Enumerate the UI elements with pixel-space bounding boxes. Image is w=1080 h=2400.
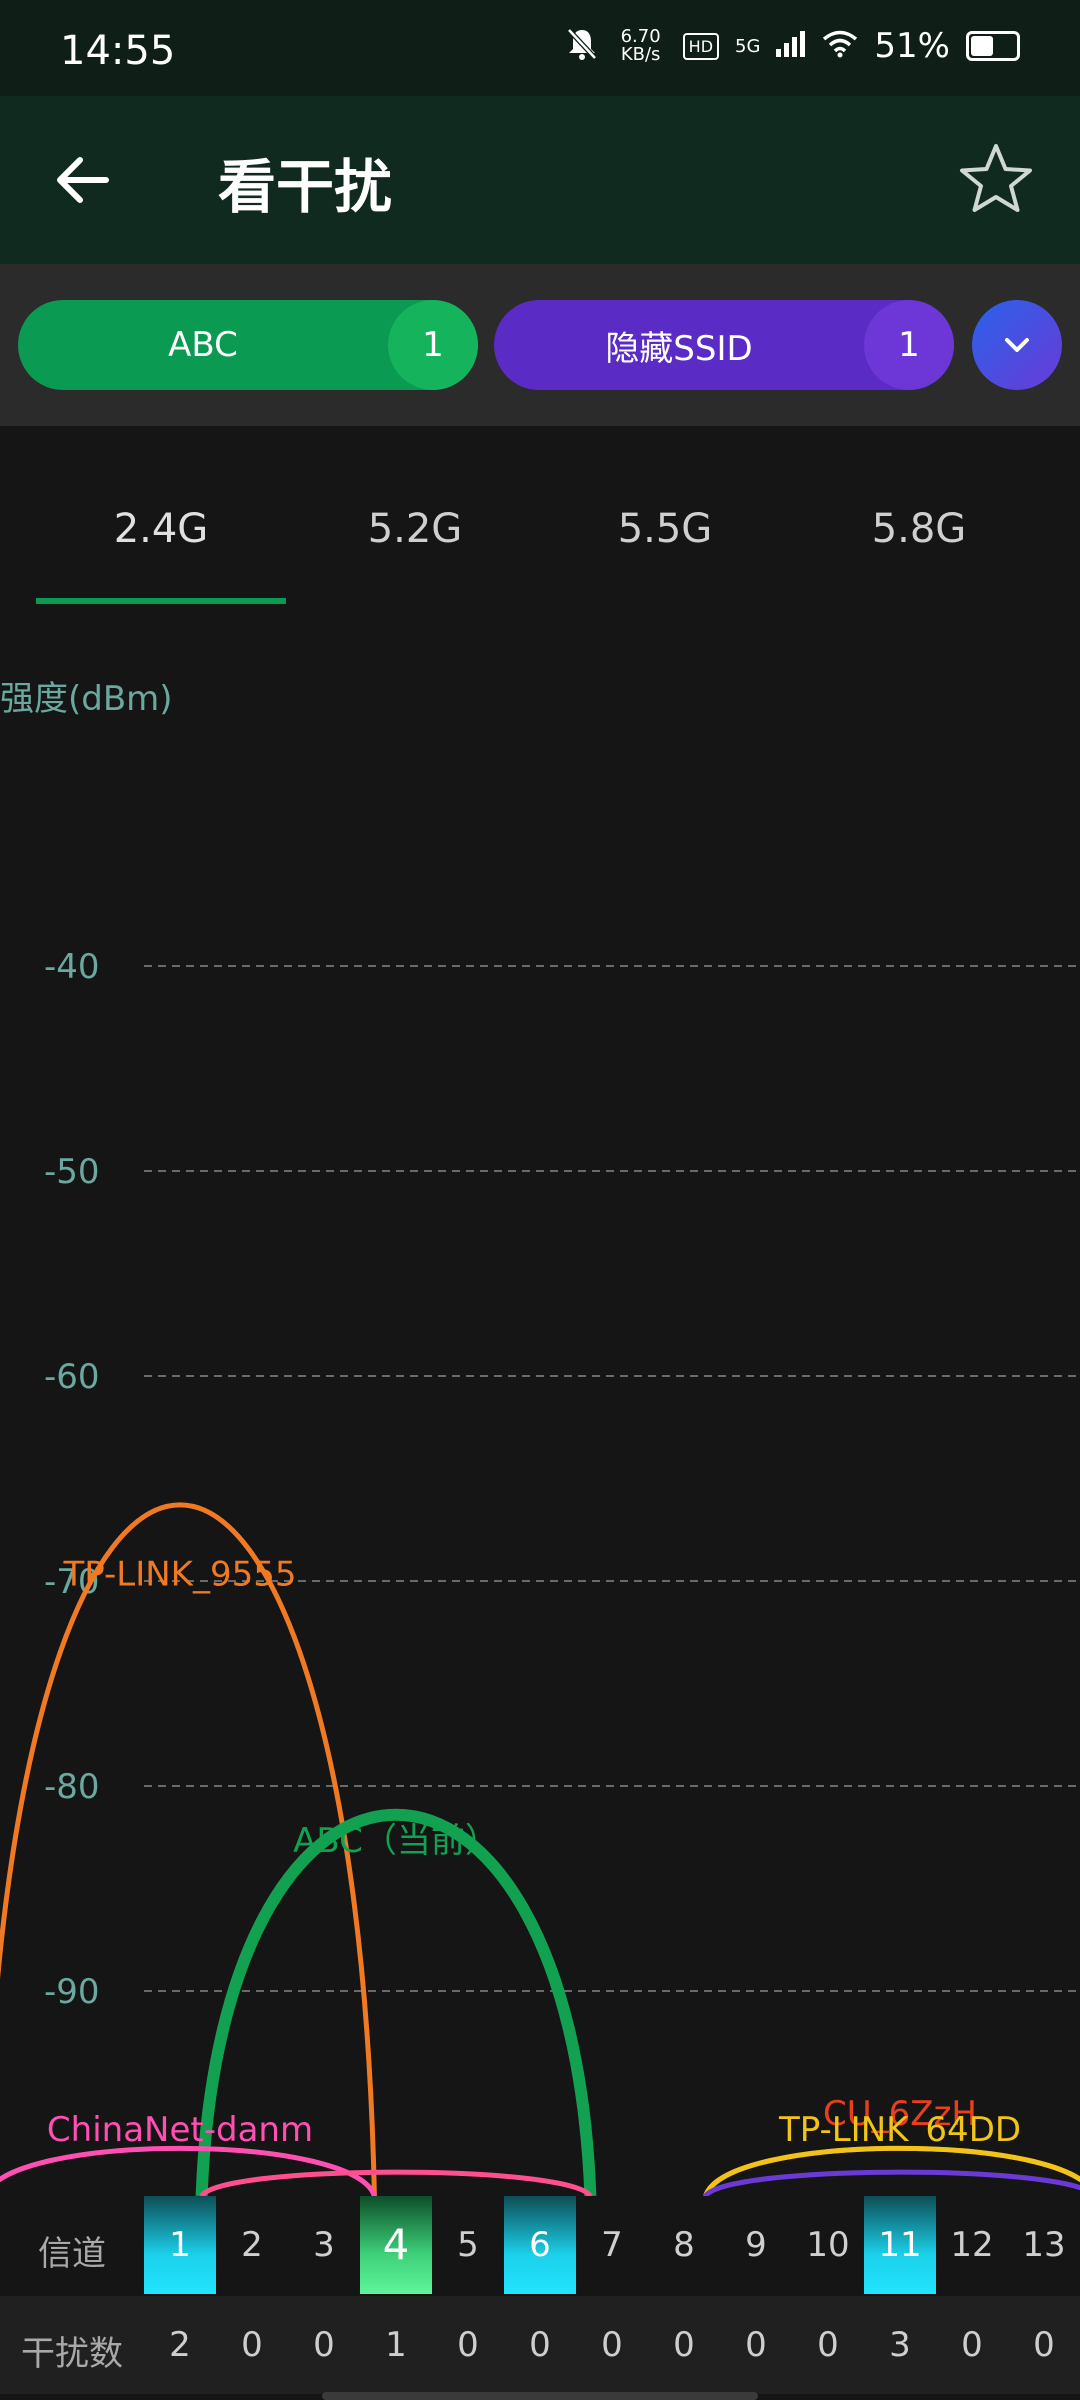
wifi-icon bbox=[822, 30, 858, 62]
channel-row: 信道 1 2 3 4 5 6 7 8 9 10 11 12 13 bbox=[0, 2196, 1080, 2294]
interference-cell: 0 bbox=[529, 2325, 551, 2365]
y-tick-label: -50 bbox=[44, 1152, 100, 1192]
chevron-down-icon bbox=[1005, 338, 1029, 352]
signal-curve bbox=[703, 2169, 1080, 2198]
interference-cell: 3 bbox=[889, 2325, 911, 2365]
ssid-chip-hidden[interactable]: 隐藏SSID 1 bbox=[494, 300, 954, 390]
curve-label: TP-LINK_64DD bbox=[778, 2110, 1021, 2150]
mute-bell-icon bbox=[565, 26, 599, 66]
y-tick-label: -80 bbox=[44, 1767, 100, 1807]
interference-cell: 0 bbox=[457, 2325, 479, 2365]
signal-curve bbox=[199, 2169, 593, 2198]
home-indicator bbox=[322, 2392, 758, 2400]
interference-cell: 0 bbox=[673, 2325, 695, 2365]
tab-5-2g[interactable]: 5.2G bbox=[290, 506, 540, 552]
y-axis-label: 强度(dBm) bbox=[0, 680, 173, 719]
interference-row-label: 干扰数 bbox=[21, 2334, 123, 2374]
interference-cell: 2 bbox=[169, 2325, 191, 2365]
tab-2-4g[interactable]: 2.4G bbox=[36, 506, 286, 552]
interference-chart: 强度(dBm) -40 -50 -60 -70 -80 -90 TP-LINK_9555 ABC… bbox=[0, 679, 1080, 2200]
curve-label: ABC（当前） bbox=[293, 1821, 499, 1861]
active-tab-indicator bbox=[36, 598, 286, 604]
back-button[interactable] bbox=[48, 144, 120, 216]
channel-cell[interactable]: 10 bbox=[792, 2196, 864, 2294]
ssid-chip-abc[interactable]: ABC 1 bbox=[18, 300, 478, 390]
network-speed: 6.70 KB/s bbox=[615, 28, 667, 64]
speed-unit: KB/s bbox=[620, 44, 661, 65]
chart-canvas: 强度(dBm)-40-50-60-70-80-90TP-LINK_9555ABC… bbox=[0, 679, 1080, 2198]
signal-bars-icon bbox=[776, 31, 806, 61]
channel-cell[interactable]: 1 bbox=[144, 2196, 216, 2294]
network-type: 5G bbox=[735, 35, 761, 57]
interference-cell: 0 bbox=[817, 2325, 839, 2365]
chip-label: 隐藏SSID bbox=[605, 328, 753, 369]
interference-cell: 0 bbox=[1033, 2325, 1055, 2365]
tab-5-8g[interactable]: 5.8G bbox=[794, 506, 1044, 552]
status-icons: 6.70 KB/s HD 5G 51% bbox=[565, 26, 1020, 66]
interference-cell: 0 bbox=[313, 2325, 335, 2365]
interference-cell: 0 bbox=[601, 2325, 623, 2365]
chip-label: ABC bbox=[168, 325, 238, 365]
favorite-button[interactable] bbox=[956, 140, 1036, 220]
expand-chips-button[interactable] bbox=[972, 300, 1062, 390]
hd-badge: HD bbox=[682, 32, 720, 60]
channel-cell[interactable]: 2 bbox=[216, 2196, 288, 2294]
interference-cell: 0 bbox=[961, 2325, 983, 2365]
battery-icon bbox=[966, 31, 1020, 61]
channel-cell[interactable]: 9 bbox=[720, 2196, 792, 2294]
channel-cell[interactable]: 12 bbox=[936, 2196, 1008, 2294]
band-tabs: 2.4G 5.2G 5.5G 5.8G bbox=[0, 426, 1080, 606]
channel-cell[interactable]: 4 bbox=[360, 2196, 432, 2294]
interference-cell: 0 bbox=[241, 2325, 263, 2365]
interference-row: 干扰数 2 0 0 1 0 0 0 0 0 0 3 0 0 bbox=[0, 2296, 1080, 2394]
channel-cell[interactable]: 7 bbox=[576, 2196, 648, 2294]
network-filter-bar: ABC 1 隐藏SSID 1 bbox=[0, 264, 1080, 426]
y-tick-label: -90 bbox=[44, 1972, 100, 2012]
channel-row-label: 信道 bbox=[38, 2234, 106, 2274]
channel-cell[interactable]: 6 bbox=[504, 2196, 576, 2294]
chip-count: 1 bbox=[864, 300, 954, 390]
status-time: 14:55 bbox=[60, 28, 176, 74]
battery-percent: 51% bbox=[874, 26, 950, 66]
channel-cell[interactable]: 5 bbox=[432, 2196, 504, 2294]
channel-cell[interactable]: 3 bbox=[288, 2196, 360, 2294]
channel-cell[interactable]: 13 bbox=[1008, 2196, 1080, 2294]
app-bar: 看干扰 bbox=[0, 96, 1080, 264]
y-tick-label: -60 bbox=[44, 1357, 100, 1397]
channel-cell[interactable]: 8 bbox=[648, 2196, 720, 2294]
interference-cell: 0 bbox=[745, 2325, 767, 2365]
status-bar: 14:55 6.70 KB/s HD 5G 51% bbox=[0, 0, 1080, 96]
tab-5-5g[interactable]: 5.5G bbox=[540, 506, 790, 552]
y-tick-label: -40 bbox=[44, 947, 100, 987]
curve-label: TP-LINK_9555 bbox=[62, 1555, 296, 1595]
page-title: 看干扰 bbox=[218, 153, 393, 221]
channel-cell[interactable]: 11 bbox=[864, 2196, 936, 2294]
chip-count: 1 bbox=[388, 300, 478, 390]
curve-label: ChinaNet-danm bbox=[47, 2110, 313, 2150]
arrow-left-icon bbox=[57, 157, 109, 203]
interference-cell: 1 bbox=[385, 2325, 407, 2365]
star-icon bbox=[960, 144, 1032, 212]
